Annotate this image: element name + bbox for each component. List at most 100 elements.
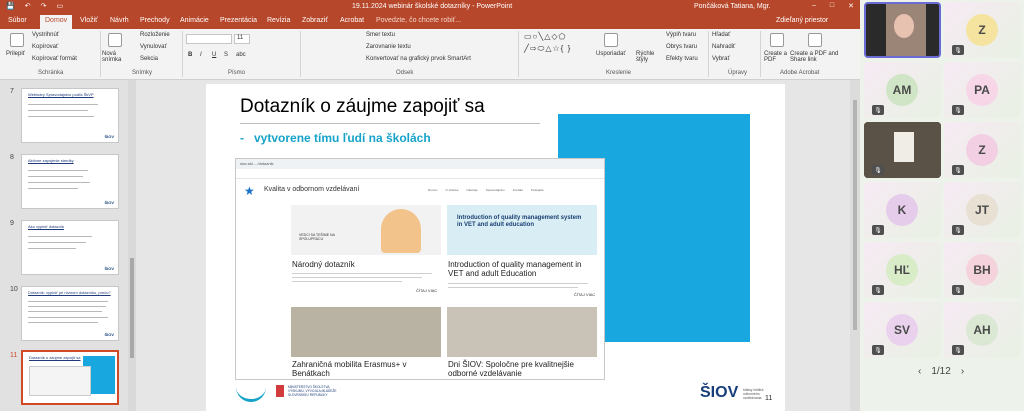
maximize-icon[interactable]: □ xyxy=(830,2,834,10)
tab-animations[interactable]: Animácie xyxy=(180,17,209,24)
font-name-select[interactable] xyxy=(186,34,232,44)
slide-thumbnail[interactable]: Aktívne zapojenie stredky ŠIOV xyxy=(21,154,119,209)
user-name[interactable]: Pončáková Tatiana, Mgr. xyxy=(694,3,771,10)
participant-tile[interactable]: SV 🎙 xyxy=(864,302,941,358)
section-button[interactable]: Sekcia xyxy=(140,56,158,62)
smartart-button[interactable]: Konvertovať na grafický prvok SmartArt xyxy=(366,56,471,62)
slide-thumbnail[interactable]: Ako vyplniť dotazník ŠIOV xyxy=(21,220,119,275)
avatar: Z xyxy=(966,14,998,46)
close-icon[interactable]: ✕ xyxy=(848,2,854,10)
participant-tile[interactable]: AH 🎙 xyxy=(944,302,1021,358)
participant-tile-speaker[interactable] xyxy=(864,2,941,58)
slide-bullet[interactable]: - vytvorene tímu ľudí na školách xyxy=(240,131,431,145)
arrange-icon[interactable] xyxy=(604,33,618,47)
shadow-button[interactable]: abc xyxy=(236,52,246,58)
pdf-icon[interactable] xyxy=(770,33,784,47)
create-pdf-share-button[interactable]: Create a PDF and Share link xyxy=(790,51,850,63)
underline-button[interactable]: U xyxy=(212,52,216,58)
new-slide-button[interactable]: Nová snímka xyxy=(102,51,128,63)
reset-button[interactable]: Vynulovať xyxy=(140,44,167,50)
create-pdf-button[interactable]: Create a PDF xyxy=(764,51,788,63)
paste-button[interactable]: Prilepiť xyxy=(6,51,25,57)
thumbnail-text xyxy=(28,311,102,312)
layout-button[interactable]: Rozloženie xyxy=(140,32,170,38)
participant-tile[interactable]: JT 🎙 xyxy=(944,182,1021,238)
mic-off-icon: 🎙 xyxy=(952,105,964,115)
mic-off-icon: 🎙 xyxy=(952,345,964,355)
tell-me-search[interactable]: Povedzte, čo chcete robiť... xyxy=(376,17,461,24)
participant-tile-video[interactable]: 🎙 xyxy=(864,122,941,178)
new-slide-icon[interactable] xyxy=(108,33,122,47)
chevron-right-icon[interactable]: › xyxy=(961,366,964,377)
pdf-share-icon[interactable] xyxy=(808,33,822,47)
select-button[interactable]: Vybrať xyxy=(712,56,730,62)
save-icon[interactable]: 💾 xyxy=(6,2,15,10)
slide-thumbnail-selected[interactable]: Dotazník o záujme zapojiť sa xyxy=(21,350,119,405)
shape-outline-button[interactable]: Obrys tvaru xyxy=(666,44,697,50)
avatar: Z xyxy=(966,134,998,166)
participant-tile[interactable]: Z 🎙 xyxy=(944,2,1021,58)
copy-button[interactable]: Kopírovať xyxy=(32,44,58,50)
shapes-gallery-row[interactable]: ╱⇨⬭△☆{ } xyxy=(524,44,571,54)
slide-thumbnail[interactable]: Dotazník: vyplniť pri rôznom dotazníku, … xyxy=(21,286,119,341)
text-direction-button[interactable]: Smer textu xyxy=(366,32,395,38)
shape-effects-button[interactable]: Efekty tvaru xyxy=(666,56,698,62)
bold-button[interactable]: B xyxy=(188,52,192,58)
font-size-select[interactable]: 11 xyxy=(234,34,250,44)
arrange-button[interactable]: Usporiadať xyxy=(596,51,626,57)
participant-tile[interactable]: AM 🎙 xyxy=(864,62,941,118)
siov-logo: ŠIOV xyxy=(700,384,739,401)
chevron-left-icon[interactable]: ‹ xyxy=(918,366,921,377)
card-image-survey: VEDCI SA TEŠIME NA SPOLUPRÁCU xyxy=(291,205,441,255)
thumbnail-number: 11 xyxy=(10,352,18,359)
share-button[interactable]: Zdieľaný priestor xyxy=(776,17,828,24)
separator xyxy=(300,31,301,77)
find-button[interactable]: Hľadať xyxy=(712,32,730,38)
scrollbar-thumb[interactable] xyxy=(853,100,857,330)
card-title: Dni ŠIOV: Spoločne pre kvalitnejšie odbo… xyxy=(448,360,574,378)
tab-insert[interactable]: Vložiť xyxy=(80,17,98,24)
minimize-icon[interactable]: – xyxy=(812,2,816,10)
tab-home[interactable]: Domov xyxy=(40,15,73,29)
present-icon[interactable]: ▭ xyxy=(56,2,63,10)
participant-tile[interactable]: PA 🎙 xyxy=(944,62,1021,118)
tab-transitions[interactable]: Prechody xyxy=(140,17,170,24)
tab-view[interactable]: Zobraziť xyxy=(302,17,328,24)
thumbnail-text xyxy=(28,104,98,105)
shape-fill-button[interactable]: Výplň tvaru xyxy=(666,32,696,38)
thumbnail-logo: ŠIOV xyxy=(104,134,114,139)
tab-slideshow[interactable]: Prezentácia xyxy=(220,17,257,24)
replace-button[interactable]: Nahradiť xyxy=(712,44,735,50)
tab-review[interactable]: Revízia xyxy=(267,17,290,24)
mic-off-icon: 🎙 xyxy=(952,225,964,235)
slide-scrollbar[interactable] xyxy=(850,80,860,411)
website-screenshot[interactable]: siov.sk/..../dotaznik ★ Kvalita v odborn… xyxy=(235,158,605,380)
participant-tile[interactable]: K 🎙 xyxy=(864,182,941,238)
slide-title[interactable]: Dotazník o záujme zapojiť sa xyxy=(240,96,485,118)
strikethrough-button[interactable]: S xyxy=(224,52,228,58)
tab-design[interactable]: Návrh xyxy=(110,17,129,24)
redo-icon[interactable]: ↷ xyxy=(41,2,47,10)
undo-icon[interactable]: ↶ xyxy=(25,2,31,10)
shapes-gallery[interactable]: ▭○╲△◇⬠ xyxy=(524,32,566,41)
format-painter-button[interactable]: Kopírovať formát xyxy=(32,56,77,62)
cut-button[interactable]: Vystrihnúť xyxy=(32,32,59,38)
participant-tile[interactable]: HĽ 🎙 xyxy=(864,242,941,298)
avatar: AH xyxy=(966,314,998,346)
thumbnail-scrollbar[interactable] xyxy=(128,80,136,411)
thumbnail-text xyxy=(28,116,94,117)
paste-icon[interactable] xyxy=(10,33,24,47)
tab-file[interactable]: Súbor xyxy=(8,17,27,24)
participant-tile[interactable]: Z 🎙 xyxy=(944,122,1021,178)
scrollbar-thumb[interactable] xyxy=(130,258,134,358)
slide-thumbnail[interactable]: Webináry Spravodajstvo podľa ŠkVP ŠIOV xyxy=(21,88,119,143)
site-nav-item: Spravodajstvo xyxy=(485,188,505,192)
tab-acrobat[interactable]: Acrobat xyxy=(340,17,364,24)
quick-styles-button[interactable]: Rýchle štýly xyxy=(636,51,656,63)
align-text-button[interactable]: Zarovnanie textu xyxy=(366,44,411,50)
thumbnail-title: Ako vyplniť dotazník xyxy=(28,224,64,229)
participant-tile[interactable]: BH 🎙 xyxy=(944,242,1021,298)
slide-canvas[interactable]: Dotazník o záujme zapojiť sa - vytvorene… xyxy=(206,84,785,411)
italic-button[interactable]: I xyxy=(200,52,202,58)
footer-logo-icon xyxy=(236,382,266,402)
